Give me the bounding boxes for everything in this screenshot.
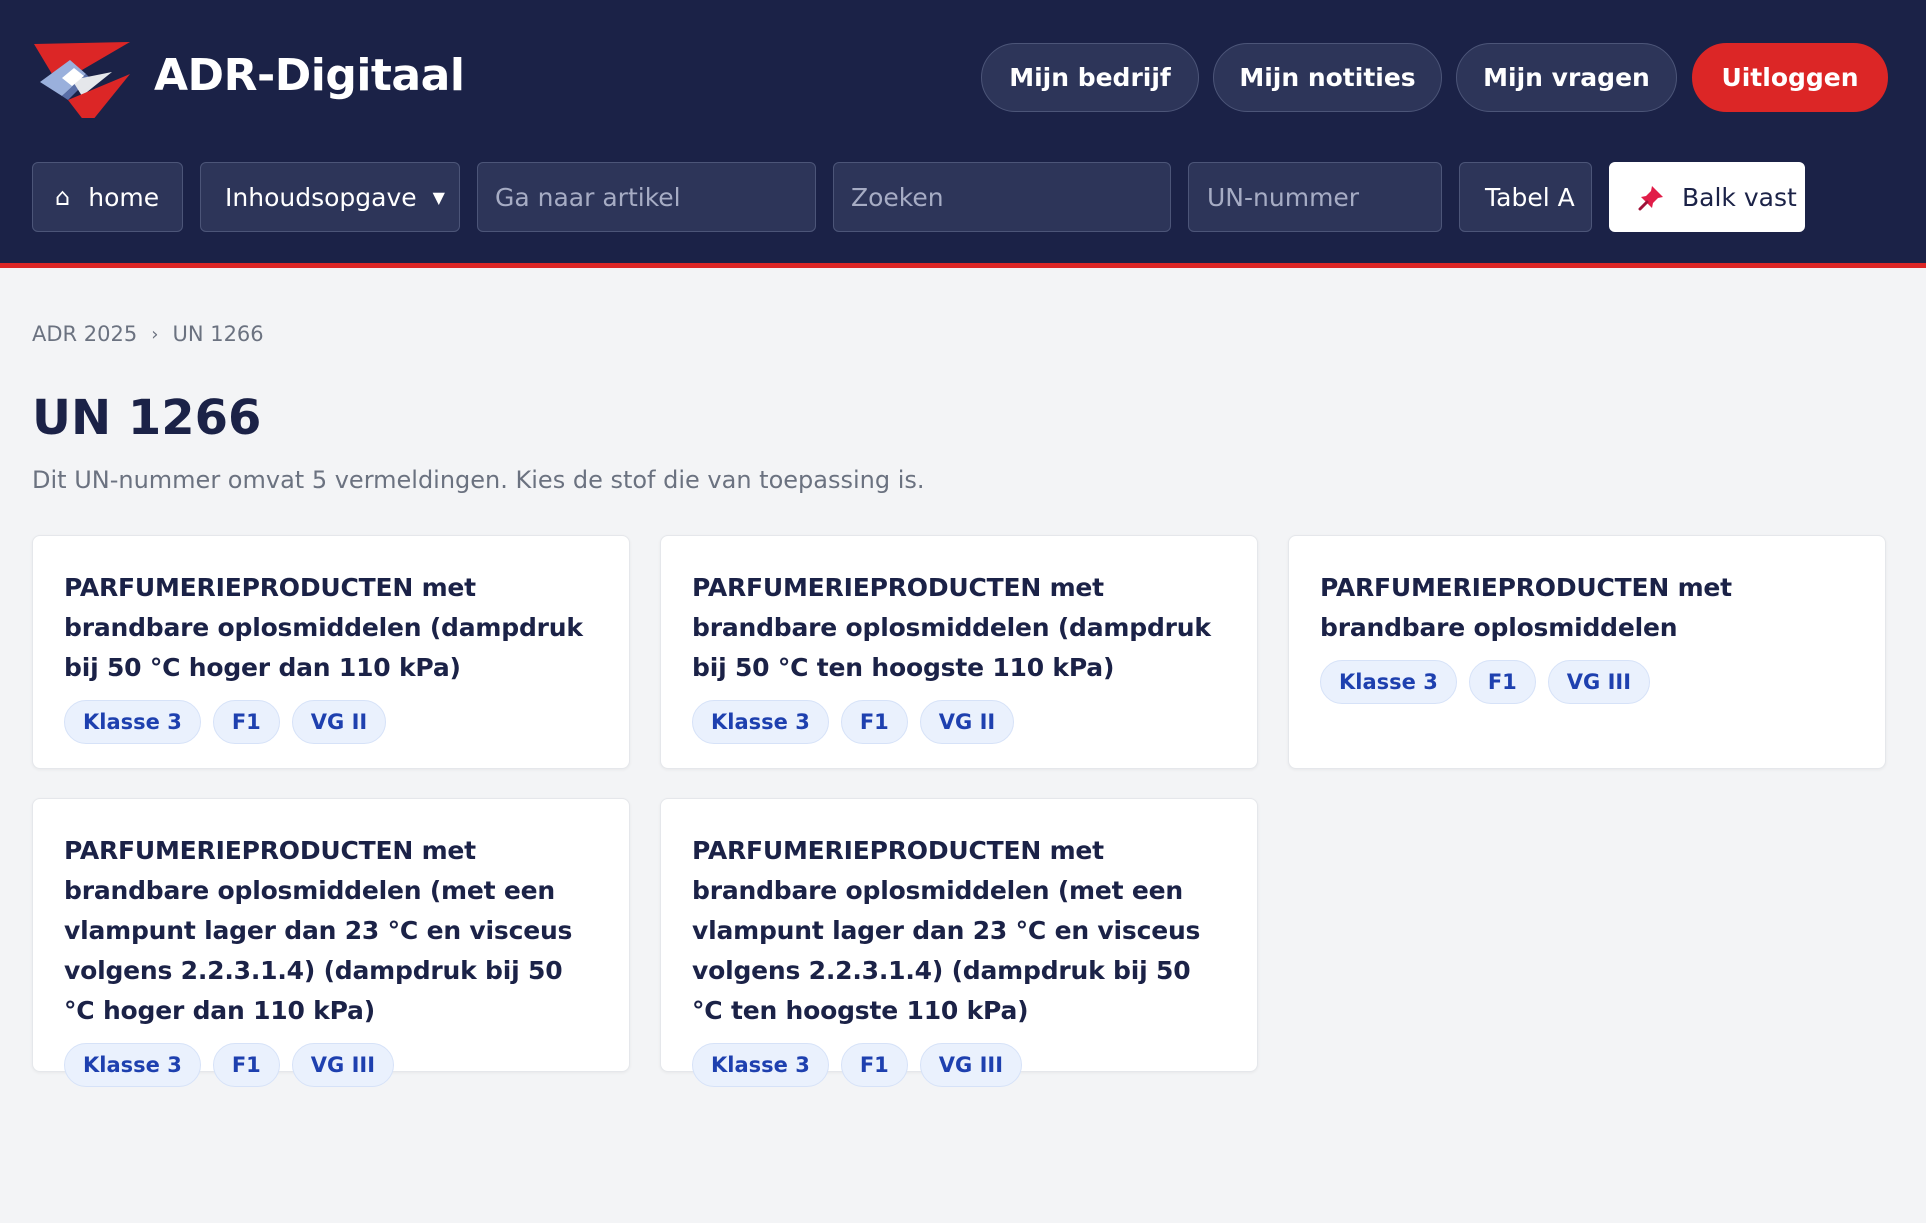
- my-notes-button[interactable]: Mijn notities: [1213, 43, 1442, 112]
- toc-dropdown[interactable]: Inhoudsopgave ▼: [200, 162, 460, 232]
- entry-tags: Klasse 3 F1 VG III: [1320, 660, 1854, 704]
- class-tag: Klasse 3: [64, 1043, 201, 1087]
- toc-label: Inhoudsopgave: [225, 182, 417, 212]
- packing-group-tag: VG III: [919, 1043, 1023, 1087]
- home-button[interactable]: ⌂ home: [32, 162, 183, 232]
- logo-icon[interactable]: [32, 38, 132, 118]
- page-subtitle: Dit UN-nummer omvat 5 vermeldingen. Kies…: [32, 466, 925, 494]
- class-tag: Klasse 3: [64, 700, 201, 744]
- entry-card[interactable]: PARFUMERIEPRODUCTEN met brandbare oplosm…: [660, 535, 1258, 769]
- un-number-input[interactable]: UN-nummer: [1188, 162, 1442, 232]
- un-number-placeholder: UN-nummer: [1207, 182, 1360, 212]
- breadcrumb-current: UN 1266: [172, 322, 264, 346]
- packing-group-tag: VG III: [291, 1043, 395, 1087]
- brand-name[interactable]: ADR-Digitaal: [154, 50, 465, 101]
- my-questions-button[interactable]: Mijn vragen: [1456, 43, 1677, 112]
- entry-title: PARFUMERIEPRODUCTEN met brandbare oplosm…: [1320, 573, 1732, 642]
- breadcrumb-root[interactable]: ADR 2025: [32, 322, 137, 346]
- page-title: UN 1266: [32, 390, 262, 446]
- classification-code-tag: F1: [212, 1043, 280, 1087]
- breadcrumb: ADR 2025 › UN 1266: [32, 322, 264, 346]
- packing-group-tag: VG III: [1547, 660, 1651, 704]
- article-input-placeholder: Ga naar artikel: [495, 182, 681, 212]
- entry-card[interactable]: PARFUMERIEPRODUCTEN met brandbare oplosm…: [32, 535, 630, 769]
- entry-title: PARFUMERIEPRODUCTEN met brandbare oplosm…: [64, 836, 573, 1025]
- entry-tags: Klasse 3 F1 VG II: [692, 700, 1226, 744]
- entry-card[interactable]: PARFUMERIEPRODUCTEN met brandbare oplosm…: [32, 798, 630, 1087]
- entry-tags: Klasse 3 F1 VG III: [692, 1043, 1226, 1087]
- pin-bar-label: Balk vast: [1682, 182, 1797, 212]
- class-tag: Klasse 3: [1320, 660, 1457, 704]
- table-a-button[interactable]: Tabel A: [1459, 162, 1592, 232]
- entry-title: PARFUMERIEPRODUCTEN met brandbare oplosm…: [64, 573, 583, 682]
- table-a-label: Tabel A: [1485, 182, 1575, 212]
- chevron-right-icon: ›: [151, 323, 159, 345]
- logout-button[interactable]: Uitloggen: [1692, 43, 1888, 112]
- my-company-button[interactable]: Mijn bedrijf: [981, 43, 1199, 112]
- site-header: ADR-Digitaal Mijn bedrijf Mijn notities …: [0, 0, 1926, 268]
- class-tag: Klasse 3: [692, 1043, 829, 1087]
- classification-code-tag: F1: [840, 700, 908, 744]
- search-input[interactable]: Zoeken: [833, 162, 1171, 232]
- search-input-placeholder: Zoeken: [851, 182, 944, 212]
- article-input[interactable]: Ga naar artikel: [477, 162, 816, 232]
- caret-down-icon: ▼: [432, 187, 445, 207]
- class-tag: Klasse 3: [692, 700, 829, 744]
- entry-tags: Klasse 3 F1 VG III: [64, 1043, 598, 1087]
- entry-card[interactable]: PARFUMERIEPRODUCTEN met brandbare oplosm…: [1288, 535, 1886, 769]
- entry-title: PARFUMERIEPRODUCTEN met brandbare oplosm…: [692, 573, 1211, 682]
- classification-code-tag: F1: [1468, 660, 1536, 704]
- classification-code-tag: F1: [840, 1043, 908, 1087]
- pushpin-icon: [1638, 186, 1663, 211]
- home-icon: ⌂: [55, 183, 71, 211]
- pin-bar-button[interactable]: Balk vast: [1609, 162, 1805, 232]
- classification-code-tag: F1: [212, 700, 280, 744]
- packing-group-tag: VG II: [291, 700, 387, 744]
- entry-title: PARFUMERIEPRODUCTEN met brandbare oplosm…: [692, 836, 1201, 1025]
- entry-tags: Klasse 3 F1 VG II: [64, 700, 598, 744]
- entry-card[interactable]: PARFUMERIEPRODUCTEN met brandbare oplosm…: [660, 798, 1258, 1087]
- packing-group-tag: VG II: [919, 700, 1015, 744]
- home-label: home: [88, 182, 160, 212]
